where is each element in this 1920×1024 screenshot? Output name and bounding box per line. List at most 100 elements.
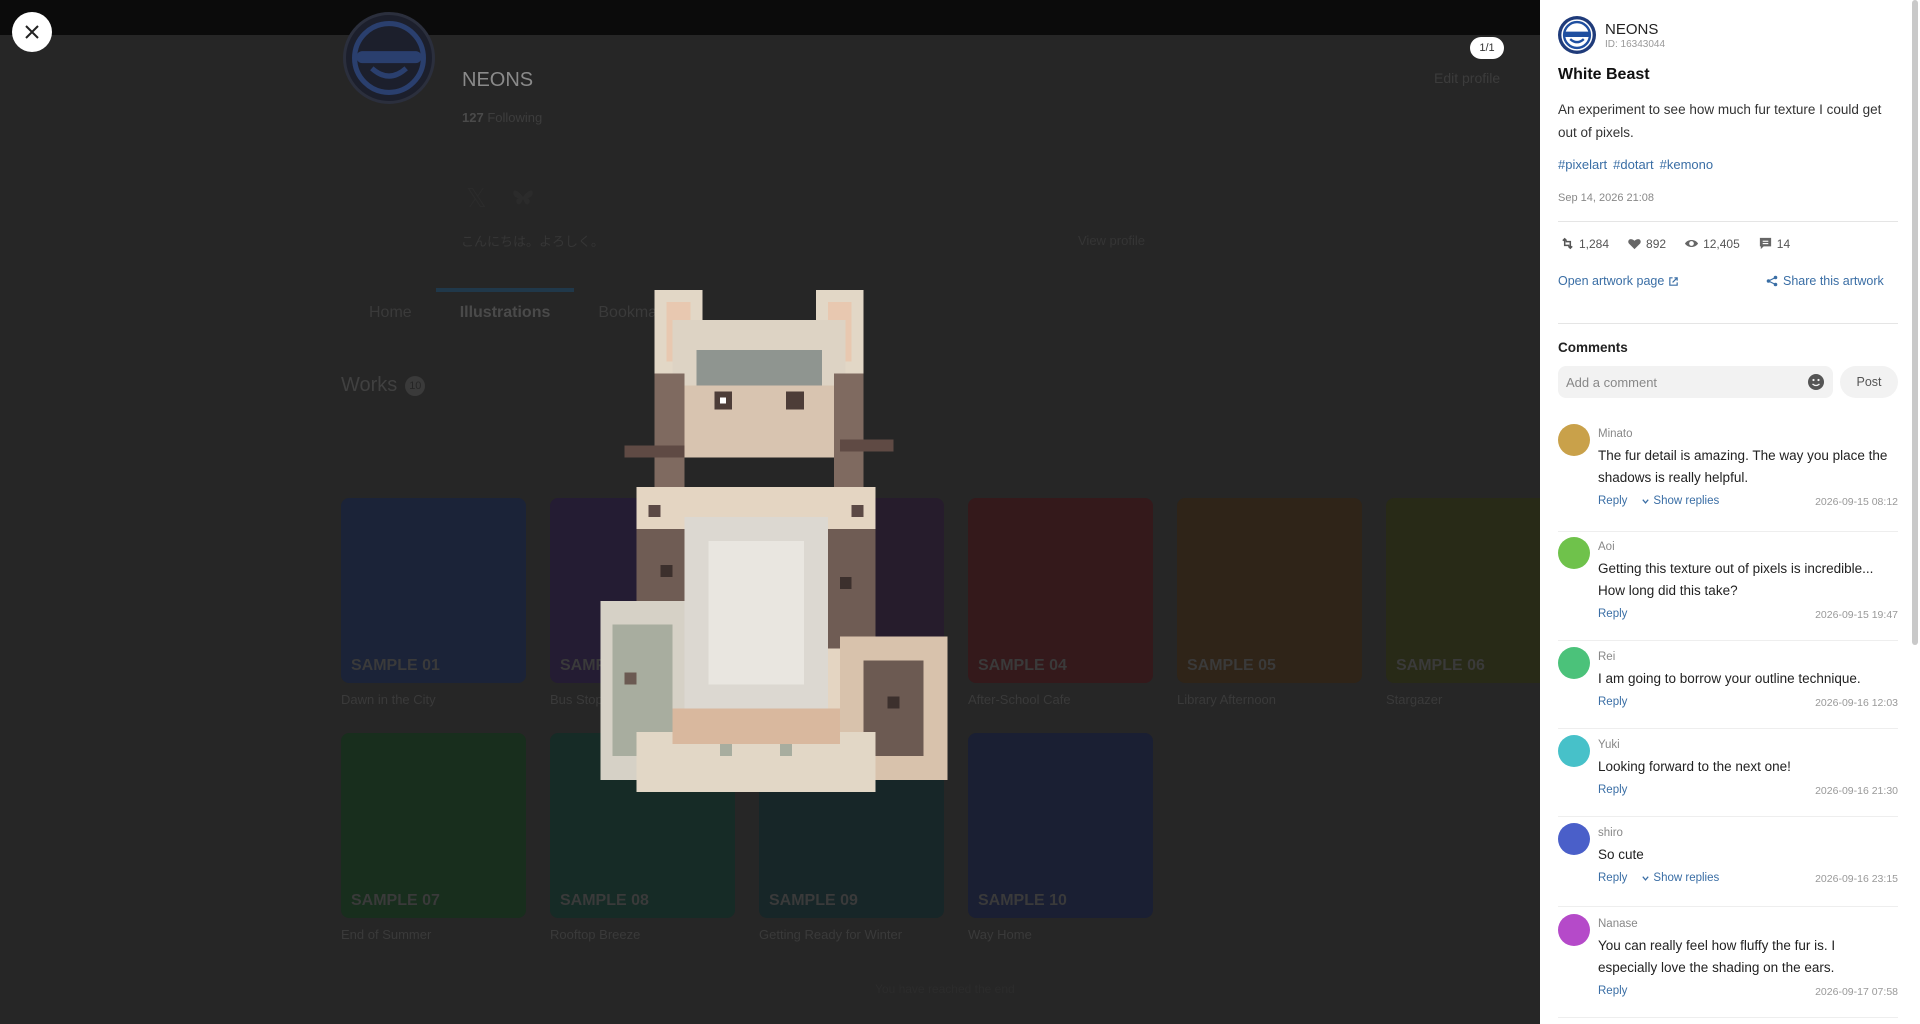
work-title[interactable]: Rooftop Breeze (550, 927, 640, 942)
comment-text: You can really feel how fluffy the fur i… (1598, 938, 1836, 975)
reply-button[interactable]: Reply (1598, 872, 1627, 884)
artist-info[interactable]: NEONS ID: 16343044 (1558, 16, 1665, 54)
artist-avatar[interactable] (1558, 16, 1596, 54)
work-sample-label: SAMPLE 10 (978, 892, 1067, 909)
comment-timestamp: 2026-09-17 07:58 (1815, 986, 1898, 998)
comment-timestamp: 2026-09-15 19:47 (1815, 609, 1898, 621)
show-replies-button[interactable]: Show replies (1641, 872, 1719, 884)
bluesky-butterfly-icon[interactable] (510, 185, 536, 211)
commenter-avatar[interactable] (1558, 823, 1590, 855)
retweet-stat[interactable]: 1,284 (1560, 236, 1609, 251)
reply-button[interactable]: Reply (1598, 696, 1627, 708)
comment-timestamp: 2026-09-16 21:30 (1815, 785, 1898, 797)
work-thumbnail[interactable]: SAMPLE 04 (968, 498, 1153, 683)
commenter-avatar[interactable] (1558, 424, 1590, 456)
comment-text: Looking forward to the next one! (1598, 759, 1791, 774)
commenter-avatar[interactable] (1558, 647, 1590, 679)
tab-home[interactable]: Home (345, 288, 436, 328)
work-sample-label: SAMPLE 09 (769, 892, 858, 909)
commenter-avatar[interactable] (1558, 537, 1590, 569)
artwork-detail-panel: NEONS ID: 16343044 White Beast An experi… (1540, 0, 1920, 1024)
comments-heading: Comments (1558, 340, 1628, 355)
retweet-icon (1562, 237, 1573, 250)
comment-item: Minato The fur detail is amazing. The way… (1558, 424, 1898, 532)
chevron-down-icon (1642, 498, 1650, 504)
comment-icon (1759, 237, 1771, 250)
end-of-list-text: You have reached the end (875, 982, 1015, 996)
tag-link[interactable]: #kemono (1660, 157, 1713, 172)
comment-item: Nanase You can really feel how fluffy the… (1558, 914, 1898, 1018)
open-artwork-page-link[interactable]: Open artwork page (1558, 274, 1679, 288)
emoji-icon[interactable] (1807, 373, 1825, 391)
work-title[interactable]: End of Summer (341, 927, 431, 942)
artist-name[interactable]: NEONS (1605, 21, 1665, 38)
tag-link[interactable]: #pixelart (1558, 157, 1607, 172)
work-thumbnail[interactable]: SAMPLE 07 (341, 733, 526, 918)
work-sample-label: SAMPLE 06 (1396, 657, 1485, 674)
work-title[interactable]: Getting Ready for Winter (759, 927, 902, 942)
comment-stat[interactable]: 14 (1758, 236, 1790, 251)
x-icon[interactable]: 𝕏 (466, 185, 492, 211)
eye-icon (1685, 239, 1699, 248)
artwork-image[interactable] (600, 290, 960, 792)
close-viewer-button[interactable] (12, 12, 52, 52)
profile-name: NEONS (462, 69, 534, 91)
comment-text: I am going to borrow your outline techni… (1598, 671, 1861, 686)
work-thumbnail[interactable]: SAMPLE 10 (968, 733, 1153, 918)
like-stat[interactable]: 892 (1627, 236, 1666, 251)
post-comment-button[interactable]: Post (1840, 366, 1898, 398)
artist-id: ID: 16343044 (1605, 38, 1666, 50)
work-title[interactable]: Way Home (968, 927, 1032, 942)
tag-link[interactable]: #dotart (1613, 157, 1653, 172)
comment-timestamp: 2026-09-15 08:12 (1815, 496, 1898, 508)
work-title[interactable]: Stargazer (1386, 692, 1442, 707)
comment-timestamp: 2026-09-16 12:03 (1815, 697, 1898, 709)
work-title[interactable]: After-School Cafe (968, 692, 1071, 707)
laughing-man-logo-icon (1561, 19, 1593, 51)
work-title[interactable]: Library Afternoon (1177, 692, 1276, 707)
reply-button[interactable]: Reply (1598, 985, 1627, 997)
commenter-avatar[interactable] (1558, 735, 1590, 767)
tab-illustrations[interactable]: Illustrations (435, 288, 575, 328)
comment-item: Yuki Looking forward to the next one! Repl… (1558, 735, 1898, 817)
commenter-name[interactable]: Yuki (1598, 739, 1620, 751)
top-bar (0, 0, 1540, 35)
work-title[interactable]: Dawn in the City (341, 692, 436, 707)
work-thumbnail[interactable]: SAMPLE 01 (341, 498, 526, 683)
comment-input[interactable]: Add a comment (1558, 366, 1833, 398)
page-counter: 1/1 (1470, 37, 1504, 59)
work-sample-label: SAMPLE 04 (978, 657, 1067, 674)
commenter-name[interactable]: Aoi (1598, 541, 1615, 553)
comment-actions: Reply Show replies (1598, 495, 1719, 507)
work-thumbnail[interactable]: SAMPLE 05 (1177, 498, 1362, 683)
view-profile-link[interactable]: View profile (1078, 233, 1145, 248)
comment-actions: Reply (1598, 696, 1627, 708)
reply-button[interactable]: Reply (1598, 495, 1627, 507)
artwork-stats: 1,284 892 12,405 14 (1560, 236, 1790, 251)
comment-item: Rei I am going to borrow your outline tec… (1558, 647, 1898, 729)
work-sample-label: SAMPLE 07 (351, 892, 440, 909)
artwork-date: Sep 14, 2026 21:08 (1558, 192, 1655, 204)
panel-scrollbar[interactable] (1912, 0, 1918, 645)
view-stat: 12,405 (1684, 236, 1740, 251)
show-replies-button[interactable]: Show replies (1641, 495, 1719, 507)
commenter-name[interactable]: Minato (1598, 428, 1633, 440)
commenter-avatar[interactable] (1558, 914, 1590, 946)
comment-text: So cute (1598, 847, 1644, 862)
commenter-name[interactable]: shiro (1598, 827, 1623, 839)
share-artwork-link[interactable]: Share this artwork (1766, 274, 1884, 288)
profile-bio: こんにちは。よろしく。 (461, 234, 605, 249)
works-count-badge: 10 (405, 375, 426, 396)
work-sample-label: SAMPLE 01 (351, 657, 440, 674)
comment-item: shiro So cute Reply Show replies 2026-09-16 … (1558, 823, 1898, 907)
commenter-name[interactable]: Rei (1598, 651, 1615, 663)
edit-profile-button[interactable]: Edit profile (1434, 70, 1500, 86)
reply-button[interactable]: Reply (1598, 784, 1627, 796)
following-count[interactable]: 127 Following (462, 110, 542, 125)
heart-icon (1628, 239, 1641, 250)
comment-item: Aoi Getting this texture out of pixels is… (1558, 537, 1898, 641)
commenter-name[interactable]: Nanase (1598, 918, 1638, 930)
reply-button[interactable]: Reply (1598, 608, 1627, 620)
laughing-man-logo-icon (352, 21, 426, 95)
artwork-tags: #pixelart #dotart #kemono (1558, 157, 1713, 172)
